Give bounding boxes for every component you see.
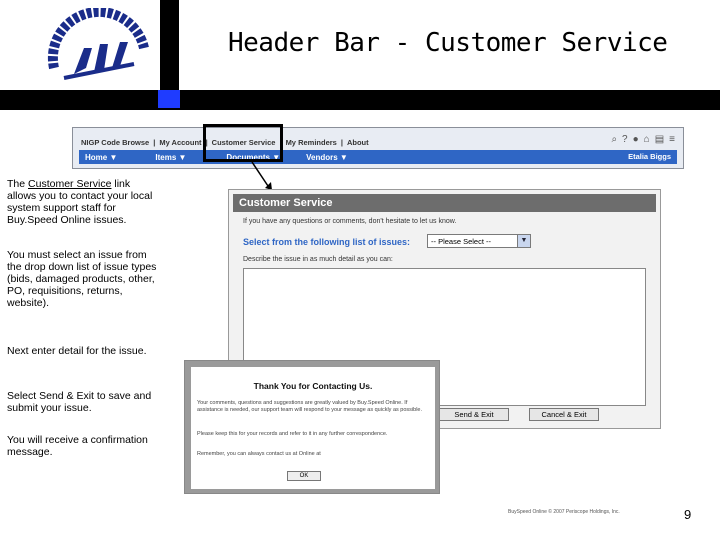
globe-icon[interactable]: ●: [633, 134, 639, 145]
send-exit-button[interactable]: Send & Exit: [439, 408, 509, 421]
panel-header: Customer Service: [233, 194, 656, 212]
panel-intro: If you have any questions or comments, d…: [243, 218, 457, 225]
airport-authority-logo: [47, 8, 149, 80]
document-icon[interactable]: ▤: [655, 134, 664, 145]
menu-home[interactable]: Home ▼: [79, 153, 117, 162]
instruction-3: Next enter detail for the issue.: [7, 345, 147, 357]
page-number: 9: [684, 507, 692, 522]
my-account-link[interactable]: My Account: [157, 138, 203, 147]
confirmation-contact: Remember, you can always contact us at O…: [197, 451, 321, 457]
confirmation-note: Please keep this for your records and re…: [197, 431, 388, 437]
instruction-1: The Customer Service link allows you to …: [7, 178, 153, 226]
my-reminders-link[interactable]: My Reminders: [284, 138, 339, 147]
issue-select-value: -- Please Select --: [431, 237, 492, 246]
copyright-footer: BuySpeed Online © 2007 Periscope Holding…: [508, 509, 620, 515]
nigp-code-browse-link[interactable]: NIGP Code Browse: [79, 138, 151, 147]
issue-select[interactable]: -- Please Select -- ▼: [427, 234, 531, 248]
about-link[interactable]: About: [345, 138, 371, 147]
header-bar-screenshot: NIGP Code Browse | My Account | Customer…: [72, 127, 684, 169]
search-icon[interactable]: ⌕: [611, 134, 617, 145]
confirmation-message: Your comments, questions and suggestions…: [197, 400, 423, 413]
confirmation-body: Thank You for Contacting Us. Your commen…: [191, 367, 435, 489]
list-icon[interactable]: ≡: [669, 134, 675, 145]
menu-vendors[interactable]: Vendors ▼: [300, 153, 348, 162]
decor-blue-square: [158, 90, 180, 108]
cancel-exit-button[interactable]: Cancel & Exit: [529, 408, 599, 421]
home-icon[interactable]: ⌂: [644, 134, 650, 145]
slide-title: Header Bar - Customer Service: [228, 28, 668, 58]
chevron-down-icon[interactable]: ▼: [517, 235, 530, 247]
instruction-5: You will receive a confirmation message.: [7, 434, 148, 458]
confirmation-title: Thank You for Contacting Us.: [253, 381, 373, 391]
instruction-4: Select Send & Exit to save and submit yo…: [7, 390, 152, 414]
main-menu-bar: Home ▼ Items ▼ Documents ▼ Vendors ▼ Eta…: [79, 150, 677, 164]
ok-button[interactable]: OK: [287, 471, 321, 481]
header-icons: ⌕ ? ● ⌂ ▤ ≡: [611, 134, 675, 145]
issue-select-label: Select from the following list of issues…: [243, 237, 411, 247]
decor-horizontal-bar: [0, 90, 720, 110]
customer-service-text: Customer Service: [28, 178, 112, 190]
confirmation-dialog: Thank You for Contacting Us. Your commen…: [184, 360, 440, 494]
menu-items[interactable]: Items ▼: [149, 153, 186, 162]
description-label: Describe the issue in as much detail as …: [243, 256, 393, 263]
user-name: Etalia Biggs: [628, 152, 671, 161]
customer-service-highlight: [203, 124, 283, 162]
help-icon[interactable]: ?: [622, 134, 628, 145]
instruction-2: You must select an issue from the drop d…: [7, 249, 157, 309]
